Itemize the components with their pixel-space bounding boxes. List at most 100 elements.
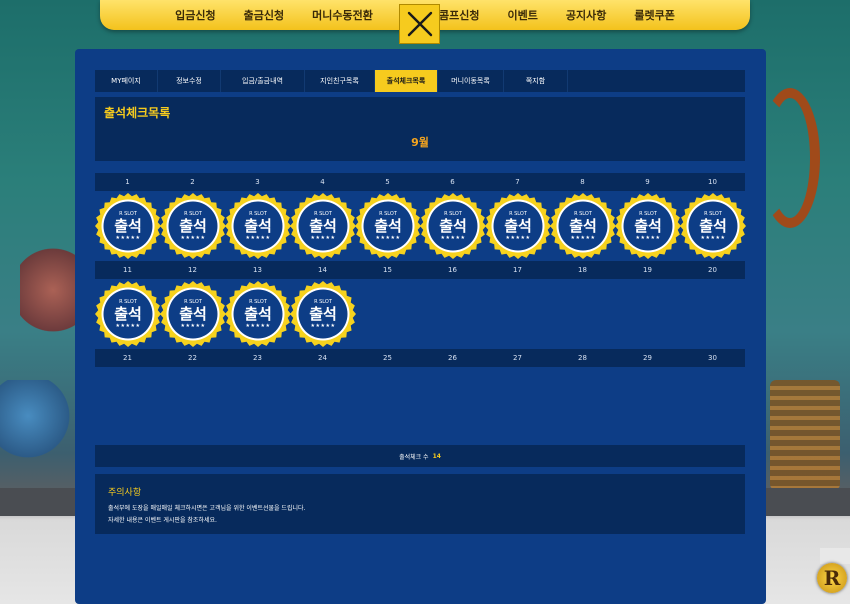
topnav-item[interactable]: 룰렛쿠폰 [620,7,688,23]
stamp-word: 출석 [309,304,337,323]
day-number: 1 [125,178,130,186]
stamp-stars: ★★★★★ [245,234,271,241]
day-number: 17 [513,266,522,274]
day-number: 22 [188,354,197,362]
topnav-item[interactable]: 이벤트 [493,7,551,23]
attendance-stamp: R SLOT 출석 ★★★★★ [615,193,681,259]
stamp-word: 출석 [179,216,207,235]
stamp-word: 출석 [309,216,337,235]
stamp-text: R SLOT 출석 ★★★★★ [114,298,142,329]
day-number: 18 [578,266,587,274]
stamp-text: R SLOT 출석 ★★★★★ [114,210,142,241]
tab-item[interactable]: 쪽지함 [504,70,568,92]
attendance-stamp: R SLOT 출석 ★★★★★ [160,193,226,259]
day-cell [160,367,225,437]
day-number: 2 [190,178,195,186]
day-cell [420,279,485,349]
stamp-text: R SLOT 출석 ★★★★★ [244,210,272,241]
day-cell [680,367,745,437]
attendance-stamp: R SLOT 출석 ★★★★★ [225,193,291,259]
day-number: 16 [448,266,457,274]
close-icon [407,11,432,37]
day-cell: R SLOT 출석 ★★★★★ [485,191,551,261]
day-number: 28 [578,354,587,362]
stamp-brand: R SLOT [704,210,722,217]
stamp-text: R SLOT 출석 ★★★★★ [699,210,727,241]
stamp-stars: ★★★★★ [310,322,336,329]
day-number: 4 [320,178,325,186]
day-number: 7 [515,178,520,186]
attendance-stamp: R SLOT 출석 ★★★★★ [355,193,421,259]
stamp-text: R SLOT 출석 ★★★★★ [504,211,532,241]
stamp-brand: R SLOT [379,210,397,217]
day-cell [550,279,615,349]
stamp-brand: R SLOT [314,298,332,305]
stamp-stars: ★★★★★ [245,322,271,329]
day-cell: R SLOT 출석 ★★★★★ [615,191,681,261]
stamp-brand: R SLOT [119,210,137,217]
day-cell: R SLOT 출석 ★★★★★ [95,279,161,349]
stamp-brand: R SLOT [249,210,267,217]
day-cell [485,279,550,349]
day-number-strip: 21 22 23 24 25 26 27 28 29 30 [95,349,745,367]
stamp-stars: ★★★★★ [180,234,206,241]
stamp-stars: ★★★★★ [440,234,466,241]
tab-item[interactable]: 입금/출금내역 [221,70,305,92]
day-number: 8 [580,178,585,186]
stamp-word: 출석 [634,216,662,235]
day-cell: R SLOT 출석 ★★★★★ [550,191,616,261]
notice-line-1: 출석부에 도장을 매일매일 체크하시면은 고객님을 위한 이벤트선물을 드립니다… [108,505,306,512]
topnav-item[interactable]: 공지사항 [552,7,620,23]
stamp-brand: R SLOT [444,210,462,217]
day-cell [95,367,160,437]
stamp-text: R SLOT 출석 ★★★★★ [374,210,402,241]
stamp-stars: ★★★★★ [700,234,726,241]
tab-item[interactable]: 출석체크목록 [375,70,438,92]
attendance-stamp: R SLOT 출석 ★★★★★ [420,193,486,259]
attendance-calendar: 1 2 3 4 5 6 7 8 9 10 R SLOT 출석 ★★★★★ R SLOT 출석 ★★★★★ R S… [95,173,746,427]
day-number: 20 [708,266,717,274]
notice-line-2: 자세한 내용은 이벤트 게시판을 참조하세요. [108,517,217,524]
day-number: 3 [255,178,260,186]
topnav-item[interactable]: 머니수동전환 [298,7,387,23]
topnav-item[interactable]: 출금신청 [230,7,298,23]
stamp-stars: ★★★★★ [180,322,206,329]
attendance-count-label: 출석체크 수 [399,453,429,461]
notice-title: 주의사항 [108,488,142,498]
stamp-text: R SLOT 출석 ★★★★★ [309,211,337,241]
day-number: 25 [383,354,392,362]
day-stamp-area [95,367,745,427]
day-stamp-area: R SLOT 출석 ★★★★★ R SLOT 출석 ★★★★★ R SLOT 출석 ★★★★★ R… [95,191,746,261]
attendance-stamp: R SLOT 출석 ★★★★★ [485,193,551,259]
stamp-brand: R SLOT [184,298,202,305]
day-number: 9 [645,178,650,186]
tab-item[interactable]: 정보수정 [158,70,221,92]
day-cell [615,279,680,349]
day-number: 12 [188,266,197,274]
stamp-brand: R SLOT [119,298,137,305]
stamp-text: R SLOT 출석 ★★★★★ [179,211,207,241]
topnav-item[interactable]: 입금신청 [161,7,229,23]
stamp-text: R SLOT 출석 ★★★★★ [569,210,597,241]
close-button[interactable] [399,4,440,44]
day-number: 19 [643,266,652,274]
day-number: 29 [643,354,652,362]
stamp-word: 출석 [504,216,532,235]
stamp-stars: ★★★★★ [115,322,141,329]
stamp-word: 출석 [114,216,142,235]
r-logo-button[interactable]: R [817,563,847,593]
stamp-word: 출석 [374,216,402,235]
tab-item[interactable]: 머니이동목록 [438,70,504,92]
corner-tab [820,548,850,564]
stamp-text: R SLOT 출석 ★★★★★ [244,299,272,329]
tab-item[interactable]: MY페이지 [95,70,158,92]
attendance-header: 출석체크목록 9월 [95,97,745,161]
day-cell [485,367,550,437]
notice-box: 주의사항 출석부에 도장을 매일매일 체크하시면은 고객님을 위한 이벤트선물을… [95,474,745,534]
tab-item[interactable]: 지인친구목록 [305,70,375,92]
stamp-word: 출석 [179,304,207,323]
day-number: 6 [450,178,455,186]
stamp-word: 출석 [569,216,597,235]
day-number: 30 [708,354,717,362]
stamp-brand: R SLOT [574,210,592,217]
